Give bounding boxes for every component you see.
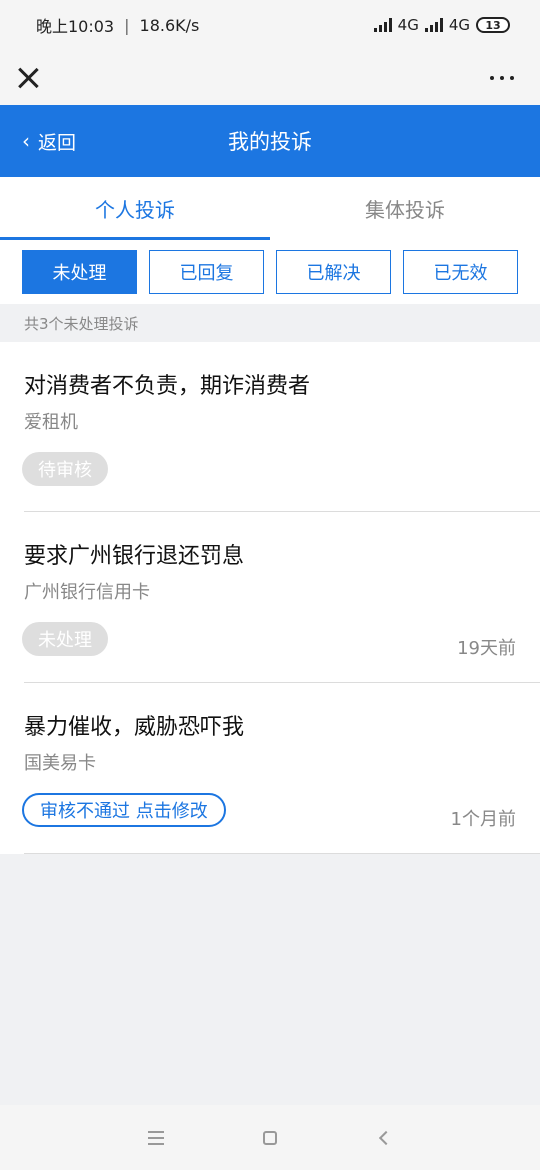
back-button[interactable]: ‹ 返回 — [22, 105, 76, 177]
status-speed: 18.6K/s — [139, 15, 200, 35]
complaint-list: 对消费者不负责，期诈消费者 爱租机 待审核 要求广州银行退还罚息 广州银行信用卡… — [0, 342, 540, 854]
page-header: ‹ 返回 我的投诉 — [0, 105, 540, 177]
complaint-title: 要求广州银行退还罚息 — [24, 544, 245, 569]
complaint-title: 对消费者不负责，期诈消费者 — [24, 374, 311, 399]
close-icon[interactable] — [16, 66, 40, 90]
network-label-1: 4G — [397, 16, 419, 34]
signal-icon — [373, 18, 392, 32]
more-icon[interactable] — [490, 66, 514, 90]
status-badge: 未处理 — [22, 622, 108, 656]
back-label: 返回 — [38, 131, 77, 154]
status-filters: 未处理 已回复 已解决 已无效 — [0, 240, 540, 304]
complaint-company: 广州银行信用卡 — [24, 582, 150, 603]
back-icon[interactable] — [372, 1126, 396, 1150]
edit-rejected-button[interactable]: 审核不通过 点击修改 — [22, 793, 226, 827]
complaint-company: 国美易卡 — [24, 753, 96, 774]
list-item[interactable]: 要求广州银行退还罚息 广州银行信用卡 未处理 19天前 — [0, 512, 540, 683]
status-left: 晚上10:03 | 18.6K/s — [36, 13, 199, 37]
tab-personal[interactable]: 个人投诉 — [0, 177, 270, 240]
status-bar: 晚上10:03 | 18.6K/s 4G 4G 13 — [0, 0, 540, 50]
list-item[interactable]: 对消费者不负责，期诈消费者 爱租机 待审核 — [0, 342, 540, 512]
status-right: 4G 4G 13 — [373, 16, 510, 34]
complaint-type-tabs: 个人投诉 集体投诉 — [0, 177, 540, 240]
list-item[interactable]: 暴力催收，威胁恐吓我 国美易卡 审核不通过 点击修改 1个月前 — [0, 683, 540, 854]
filter-unprocessed[interactable]: 未处理 — [22, 250, 137, 294]
home-icon[interactable] — [258, 1126, 282, 1150]
status-badge: 待审核 — [22, 452, 108, 486]
battery-icon: 13 — [476, 17, 510, 33]
status-time: 晚上10:03 — [36, 17, 115, 36]
complaint-time: 19天前 — [457, 638, 516, 659]
webview-top-bar — [0, 50, 540, 105]
complaint-time: 1个月前 — [450, 809, 516, 830]
page-title: 我的投诉 — [228, 130, 312, 154]
filter-invalid[interactable]: 已无效 — [403, 250, 518, 294]
complaint-title: 暴力催收，威胁恐吓我 — [24, 715, 245, 740]
menu-icon[interactable] — [144, 1126, 168, 1150]
filter-resolved[interactable]: 已解决 — [276, 250, 391, 294]
status-separator: | — [124, 15, 130, 35]
complaint-company: 爱租机 — [24, 412, 78, 433]
signal-icon — [424, 18, 443, 32]
network-label-2: 4G — [448, 16, 470, 34]
system-nav-bar — [0, 1105, 540, 1170]
tab-group[interactable]: 集体投诉 — [270, 177, 540, 240]
complaint-count: 共3个未处理投诉 — [0, 304, 540, 342]
chevron-left-icon: ‹ — [22, 129, 30, 153]
filter-replied[interactable]: 已回复 — [149, 250, 264, 294]
